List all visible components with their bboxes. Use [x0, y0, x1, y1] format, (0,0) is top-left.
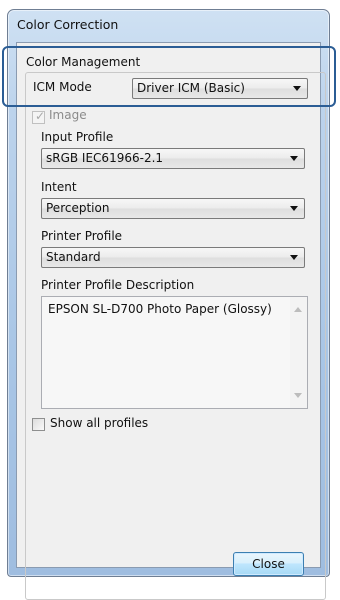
printer-profile-description-text: EPSON SL-D700 Photo Paper (Glossy)	[48, 302, 272, 316]
scroll-up-icon[interactable]	[294, 307, 302, 312]
intent-label: Intent	[41, 180, 77, 194]
title-bar[interactable]: Color Correction	[8, 10, 329, 40]
printer-profile-value: Standard	[46, 250, 101, 264]
show-all-profiles-label: Show all profiles	[50, 416, 149, 430]
intent-value: Perception	[46, 201, 110, 215]
icm-mode-value: Driver ICM (Basic)	[137, 81, 245, 95]
input-profile-value: sRGB IEC61966-2.1	[46, 151, 164, 165]
chevron-down-icon	[290, 206, 298, 211]
input-profile-label: Input Profile	[41, 130, 114, 144]
chevron-down-icon	[290, 255, 298, 260]
chevron-down-icon	[290, 156, 298, 161]
image-checkbox-label: Image	[49, 108, 87, 122]
checkmark-icon: ✓	[35, 109, 46, 123]
image-checkbox[interactable]: ✓	[32, 109, 46, 124]
close-button-label: Close	[252, 557, 285, 571]
color-management-group-label: Color Management	[24, 55, 143, 69]
chevron-down-icon	[293, 86, 301, 91]
printer-profile-description-box[interactable]: EPSON SL-D700 Photo Paper (Glossy)	[41, 296, 308, 409]
icm-mode-label: ICM Mode	[33, 80, 92, 94]
printer-profile-label: Printer Profile	[41, 229, 123, 243]
intent-dropdown[interactable]: Perception	[41, 198, 305, 219]
input-profile-dropdown[interactable]: sRGB IEC61966-2.1	[41, 148, 305, 169]
printer-profile-description-label: Printer Profile Description	[41, 278, 195, 292]
window-title: Color Correction	[17, 17, 119, 32]
description-scrollbar[interactable]	[290, 297, 307, 408]
icm-mode-dropdown[interactable]: Driver ICM (Basic)	[132, 78, 308, 99]
printer-profile-dropdown[interactable]: Standard	[41, 247, 305, 268]
close-button[interactable]: Close	[233, 552, 304, 576]
show-all-profiles-checkbox[interactable]	[32, 418, 45, 431]
scroll-down-icon[interactable]	[294, 393, 302, 398]
